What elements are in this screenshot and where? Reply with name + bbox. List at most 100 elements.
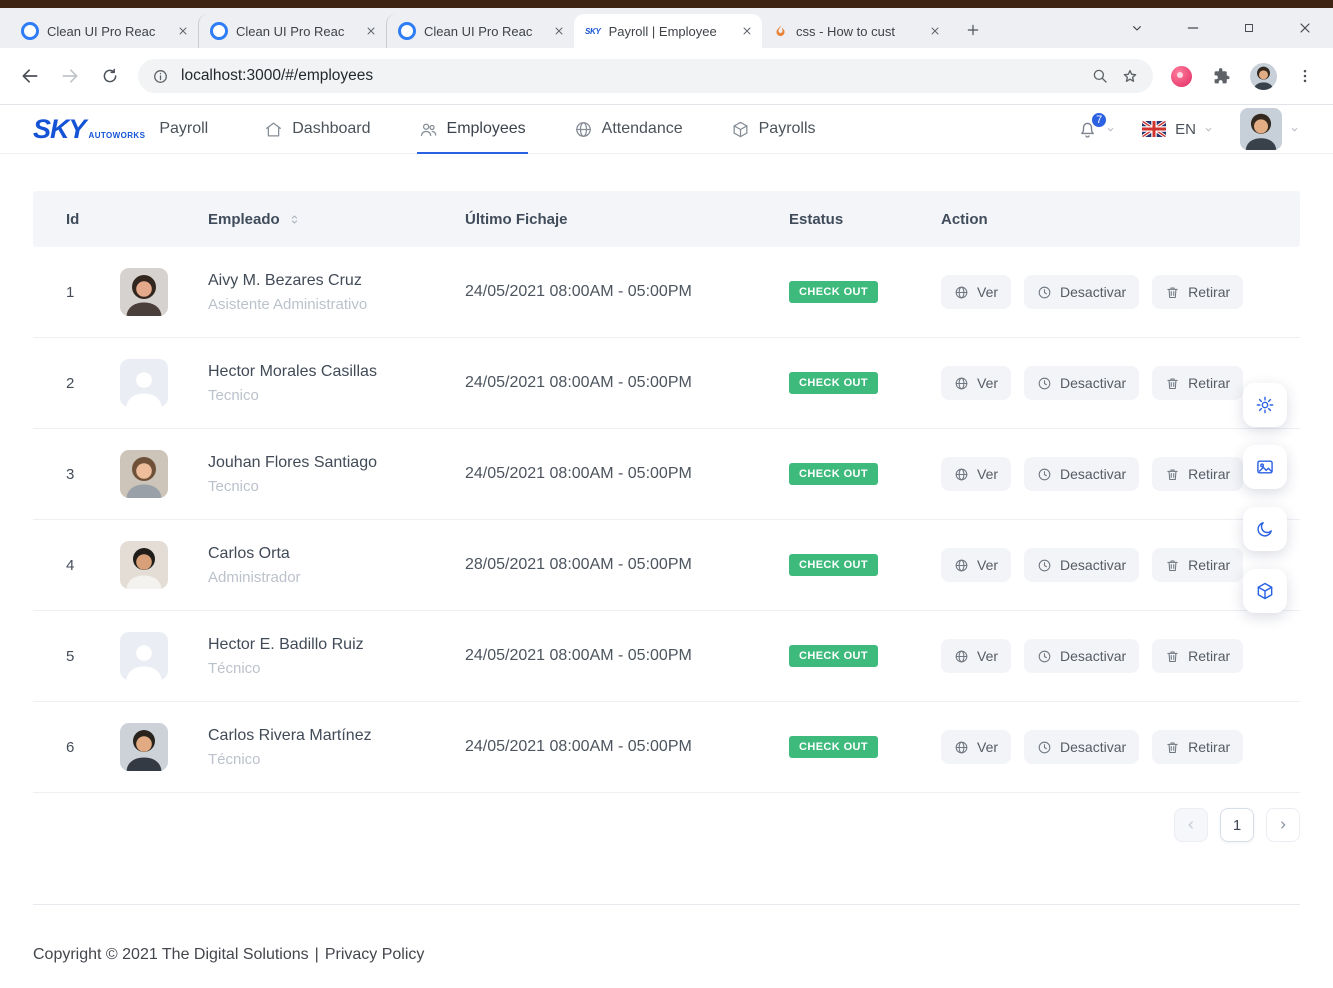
- user-avatar[interactable]: [1240, 108, 1282, 150]
- logo-text: SKY: [33, 113, 87, 144]
- globe-icon: [954, 558, 969, 573]
- browser-tab[interactable]: css - How to cust: [762, 14, 950, 48]
- cube-icon: [1255, 581, 1275, 601]
- deactivate-button[interactable]: Desactivar: [1024, 639, 1140, 673]
- chevron-down-icon[interactable]: [1105, 124, 1116, 135]
- moon-icon: [1255, 519, 1275, 539]
- sort-icon[interactable]: [288, 213, 301, 226]
- status-badge: CHECK OUT: [789, 736, 878, 758]
- browser-tab[interactable]: Clean UI Pro Reac: [386, 14, 574, 48]
- chevron-down-icon[interactable]: [1289, 124, 1300, 135]
- remove-button[interactable]: Retirar: [1152, 730, 1244, 764]
- view-button[interactable]: Ver: [941, 366, 1012, 400]
- button-label: Retirar: [1188, 557, 1231, 573]
- tab-close-icon[interactable]: [362, 22, 380, 40]
- remove-button[interactable]: Retirar: [1152, 639, 1244, 673]
- employee-avatar: [120, 268, 168, 316]
- remove-button[interactable]: Retirar: [1152, 457, 1244, 491]
- employee-role: Asistente Administrativo: [208, 295, 368, 313]
- employee-name: Aivy M. Bezares Cruz: [208, 271, 362, 289]
- view-button[interactable]: Ver: [941, 548, 1012, 582]
- globe-icon: [954, 285, 969, 300]
- uk-flag-icon[interactable]: [1142, 121, 1167, 137]
- button-label: Ver: [977, 375, 999, 391]
- view-button[interactable]: Ver: [941, 639, 1012, 673]
- last-check-time: 24/05/2021 08:00AM - 05:00PM: [465, 283, 692, 300]
- maximize-button[interactable]: [1221, 8, 1277, 48]
- nav-item-attendance[interactable]: Attendance: [574, 105, 683, 153]
- pagination-next-button[interactable]: [1266, 808, 1300, 842]
- table-row: 3 Jouhan Flores Santiago Tecnico 24/05/2…: [33, 429, 1300, 520]
- view-button[interactable]: Ver: [941, 730, 1012, 764]
- extension-icon[interactable]: [1171, 65, 1192, 87]
- back-button[interactable]: [12, 58, 48, 94]
- column-header-employee[interactable]: Empleado: [120, 211, 465, 228]
- deactivate-button[interactable]: Desactivar: [1024, 366, 1140, 400]
- tab-close-icon[interactable]: [174, 22, 192, 40]
- zoom-icon[interactable]: [1091, 67, 1109, 85]
- browser-toolbar: [0, 48, 1333, 105]
- trash-icon: [1165, 376, 1180, 391]
- gear-icon: [1255, 395, 1275, 415]
- last-check-time: 24/05/2021 08:00AM - 05:00PM: [465, 374, 692, 391]
- extensions-puzzle-icon[interactable]: [1211, 66, 1231, 86]
- browser-tab[interactable]: Clean UI Pro Reac: [10, 14, 198, 48]
- remove-button[interactable]: Retirar: [1152, 366, 1244, 400]
- last-check-time: 24/05/2021 08:00AM - 05:00PM: [465, 738, 692, 755]
- button-label: Retirar: [1188, 739, 1231, 755]
- dark-mode-button[interactable]: [1243, 507, 1287, 551]
- deactivate-button[interactable]: Desactivar: [1024, 457, 1140, 491]
- components-button[interactable]: [1243, 569, 1287, 613]
- last-check-time: 28/05/2021 08:00AM - 05:00PM: [465, 556, 692, 573]
- settings-gear-button[interactable]: [1243, 383, 1287, 427]
- pagination-page-button[interactable]: 1: [1220, 808, 1254, 842]
- privacy-policy-link[interactable]: Privacy Policy: [325, 946, 425, 964]
- payroll-app: SKY AUTOWORKS Payroll Dashboard Employee…: [0, 105, 1333, 964]
- globe-icon: [574, 120, 593, 139]
- tab-search-chevron-icon[interactable]: [1109, 8, 1165, 48]
- employee-avatar: [120, 723, 168, 771]
- globe-icon: [954, 649, 969, 664]
- reload-button[interactable]: [92, 58, 128, 94]
- site-info-icon[interactable]: [152, 68, 169, 85]
- nav-item-dashboard[interactable]: Dashboard: [264, 105, 371, 153]
- browser-tab[interactable]: Clean UI Pro Reac: [198, 14, 386, 48]
- deactivate-button[interactable]: Desactivar: [1024, 730, 1140, 764]
- home-icon: [264, 120, 283, 139]
- main-nav: Dashboard Employees Attendance Payrolls: [264, 105, 863, 154]
- minimize-button[interactable]: [1165, 8, 1221, 48]
- nav-label: Employees: [446, 120, 526, 137]
- browser-tab-active[interactable]: SKY Payroll | Employee: [574, 14, 762, 48]
- browser-profile-avatar[interactable]: [1250, 62, 1277, 90]
- employee-avatar: [120, 359, 168, 407]
- theme-image-button[interactable]: [1243, 445, 1287, 489]
- table-row: 1 Aivy M. Bezares Cruz Asistente Adminis…: [33, 247, 1300, 338]
- tab-close-icon[interactable]: [926, 22, 944, 40]
- bookmark-star-icon[interactable]: [1121, 67, 1139, 85]
- employee-avatar: [120, 450, 168, 498]
- sky-autoworks-logo[interactable]: SKY AUTOWORKS: [33, 114, 145, 145]
- tab-close-icon[interactable]: [550, 22, 568, 40]
- new-tab-button[interactable]: [959, 16, 987, 44]
- nav-item-payrolls[interactable]: Payrolls: [731, 105, 816, 153]
- deactivate-button[interactable]: Desactivar: [1024, 275, 1140, 309]
- deactivate-button[interactable]: Desactivar: [1024, 548, 1140, 582]
- chevron-down-icon[interactable]: [1203, 124, 1214, 135]
- remove-button[interactable]: Retirar: [1152, 275, 1244, 309]
- address-bar[interactable]: [138, 59, 1153, 93]
- view-button[interactable]: Ver: [941, 457, 1012, 491]
- table-row: 2 Hector Morales Casillas Tecnico 24/05/…: [33, 338, 1300, 429]
- app-header: SKY AUTOWORKS Payroll Dashboard Employee…: [0, 105, 1333, 154]
- nav-item-employees[interactable]: Employees: [416, 105, 528, 154]
- url-input[interactable]: [181, 59, 1079, 93]
- remove-button[interactable]: Retirar: [1152, 548, 1244, 582]
- tab-close-icon[interactable]: [738, 22, 756, 40]
- browser-menu-icon[interactable]: [1296, 67, 1314, 85]
- pagination: 1: [33, 808, 1300, 842]
- close-window-button[interactable]: [1277, 8, 1333, 48]
- language-label[interactable]: EN: [1175, 121, 1196, 138]
- notifications-button[interactable]: 7: [1077, 110, 1109, 140]
- view-button[interactable]: Ver: [941, 275, 1012, 309]
- button-label: Retirar: [1188, 648, 1231, 664]
- tab-title: Clean UI Pro Reac: [47, 23, 156, 39]
